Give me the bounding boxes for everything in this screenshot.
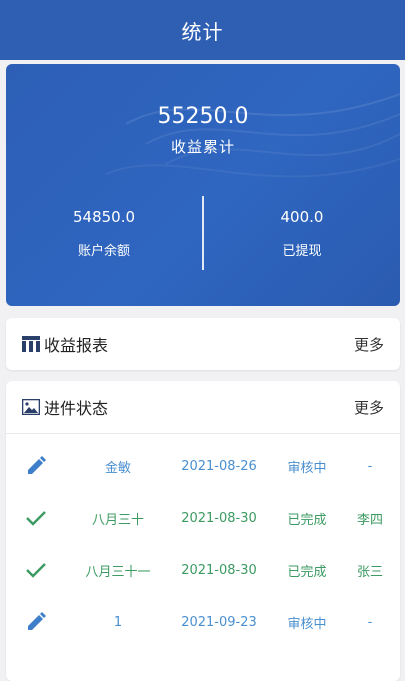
row-person: 李四 xyxy=(356,512,383,528)
withdrawn-value: 400.0 xyxy=(280,208,324,226)
income-report-panel: 收益报表 更多 xyxy=(6,318,400,370)
application-status-panel: 进件状态 更多 金敏 2021-08-26 审核中 - 八月三十 2021-08… xyxy=(6,381,400,681)
row-name: 八月三十 xyxy=(91,512,144,528)
row-date: 2021-08-26 xyxy=(181,458,257,474)
application-status-title: 进件状态 xyxy=(22,395,108,419)
application-status-header: 进件状态 更多 xyxy=(6,381,400,434)
application-status-title-text: 进件状态 xyxy=(44,399,109,418)
balance-label: 账户余额 xyxy=(77,244,130,259)
check-icon xyxy=(26,563,46,578)
summary-card: 55250.0 收益累计 54850.0 账户余额 400.0 已提现 xyxy=(6,64,400,306)
income-report-title: 收益报表 xyxy=(22,332,108,356)
income-report-title-text: 收益报表 xyxy=(44,336,109,355)
row-name: 1 xyxy=(113,614,123,630)
total-income-value: 55250.0 xyxy=(157,104,249,129)
balance-value: 54850.0 xyxy=(72,208,136,226)
check-icon xyxy=(26,511,46,526)
row-status: 审核中 xyxy=(287,460,327,476)
app-header: 统计 xyxy=(0,0,405,60)
application-status-more-link[interactable]: 更多 xyxy=(354,397,384,418)
row-date: 2021-08-30 xyxy=(181,562,257,578)
withdrawn-label: 已提现 xyxy=(282,244,322,259)
income-report-more-link[interactable]: 更多 xyxy=(354,334,384,355)
table-icon xyxy=(22,336,40,352)
row-status: 审核中 xyxy=(287,616,327,632)
total-income-label: 收益累计 xyxy=(170,138,235,156)
list-item[interactable]: 八月三十一 2021-08-30 已完成 张三 xyxy=(6,544,400,596)
row-name: 八月三十一 xyxy=(85,564,151,580)
row-person: - xyxy=(367,614,373,630)
row-date: 2021-08-30 xyxy=(181,510,257,526)
list-item[interactable]: 1 2021-09-23 审核中 - xyxy=(6,596,400,648)
withdrawn-stat: 400.0 已提现 xyxy=(204,208,400,259)
row-status: 已完成 xyxy=(287,564,327,580)
list-item[interactable]: 金敏 2021-08-26 审核中 - xyxy=(6,440,400,492)
row-date: 2021-09-23 xyxy=(181,614,257,630)
balance-stat: 54850.0 账户余额 xyxy=(6,208,202,259)
page-title: 统计 xyxy=(181,19,224,44)
row-person: 张三 xyxy=(356,564,383,580)
list-item[interactable]: 八月三十 2021-08-30 已完成 李四 xyxy=(6,492,400,544)
image-icon xyxy=(22,399,40,415)
row-person: - xyxy=(367,458,373,474)
pencil-icon xyxy=(28,456,46,474)
pencil-icon xyxy=(28,612,46,630)
row-status: 已完成 xyxy=(287,512,327,528)
row-name: 金敏 xyxy=(104,460,131,476)
income-report-header: 收益报表 更多 xyxy=(6,318,400,370)
